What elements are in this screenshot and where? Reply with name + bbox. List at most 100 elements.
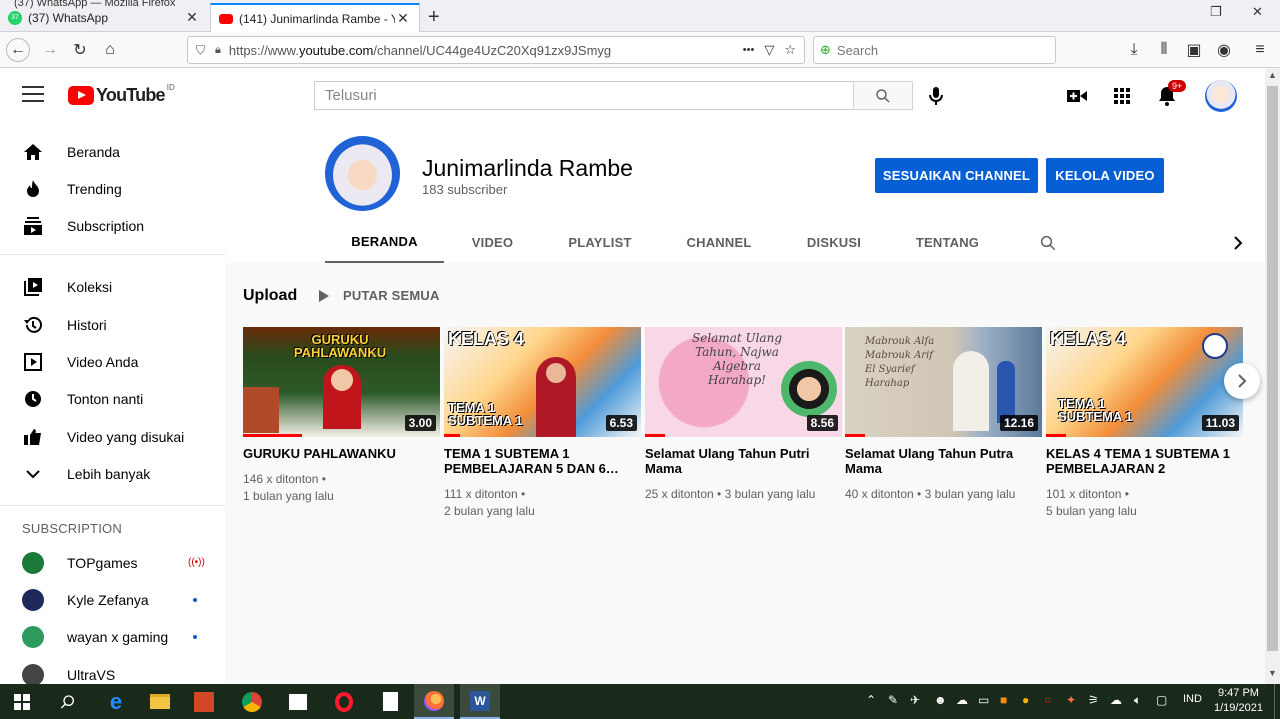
sidebar-toggle-icon[interactable]: ▣	[1182, 38, 1206, 62]
video-thumbnail[interactable]: Mabrouk Alfa Mabrouk Arif El Syarief Har…	[845, 327, 1042, 437]
sub-item-kyle-zefanya[interactable]: Kyle Zefanya	[0, 582, 225, 618]
video-card[interactable]: Mabrouk Alfa Mabrouk Arif El Syarief Har…	[845, 327, 1042, 503]
account-avatar[interactable]	[1205, 80, 1237, 112]
new-tab-icon[interactable]: +	[428, 6, 440, 29]
forward-icon[interactable]: →	[38, 38, 62, 62]
yt-search-button[interactable]	[853, 81, 913, 110]
battery-icon[interactable]: ▭	[978, 693, 989, 707]
account-icon[interactable]: ◉	[1212, 38, 1236, 62]
create-video-icon[interactable]	[1066, 85, 1088, 107]
video-card[interactable]: GURUKU PAHLAWANKU 3.00 GURUKU PAHLAWANKU…	[243, 327, 440, 505]
tray-app-icon[interactable]: ●	[1022, 693, 1029, 707]
guide-menu-icon[interactable]	[22, 86, 44, 104]
scroll-up-icon[interactable]: ▲	[1268, 70, 1277, 80]
sidebar-item-subscription[interactable]: Subscription	[0, 208, 225, 244]
url-text[interactable]: https://www.youtube.com/channel/UC44ge4U…	[229, 43, 611, 58]
chrome-icon[interactable]	[232, 684, 272, 719]
tabs-scroll-right-icon[interactable]	[1225, 222, 1251, 263]
manage-videos-button[interactable]: KELOLA VIDEO	[1046, 158, 1164, 193]
close-tab-icon[interactable]: ✕	[395, 10, 411, 27]
tray-app-icon[interactable]: ✈	[910, 693, 920, 707]
tray-app-icon[interactable]: ☻	[934, 693, 947, 707]
tray-app-icon[interactable]: ✎	[888, 693, 898, 707]
page-actions-icon[interactable]: •••	[743, 44, 755, 56]
video-title[interactable]: TEMA 1 SUBTEMA 1 PEMBELAJARAN 5 DAN 6…	[444, 446, 641, 476]
home-icon[interactable]: ⌂	[98, 38, 122, 62]
tray-app-icon[interactable]: ■	[1000, 693, 1007, 707]
page-scrollbar[interactable]: ▲ ▼	[1265, 68, 1280, 684]
sub-item-wayan-x-gaming[interactable]: wayan x gaming	[0, 619, 225, 655]
tab-playlist[interactable]: PLAYLIST	[555, 222, 645, 263]
sidebar-item-trending[interactable]: Trending	[0, 171, 225, 207]
sub-item-topgames[interactable]: TOPgames ((•))	[0, 545, 225, 581]
video-title[interactable]: GURUKU PAHLAWANKU	[243, 446, 440, 461]
tab-channel[interactable]: CHANNEL	[675, 222, 763, 263]
video-title[interactable]: Selamat Ulang Tahun Putra Mama	[845, 446, 1042, 476]
restore-icon[interactable]: ❐	[1210, 4, 1222, 20]
back-icon[interactable]: ←	[6, 38, 30, 62]
sidebar-item-koleksi[interactable]: Koleksi	[0, 269, 225, 305]
scroll-down-icon[interactable]: ▼	[1268, 668, 1277, 678]
menu-icon[interactable]: ≡	[1248, 38, 1272, 62]
opera-icon[interactable]	[324, 684, 364, 719]
sidebar-item-video-yang-disukai[interactable]: Video yang disukai	[0, 419, 225, 455]
shelf-title[interactable]: Upload	[243, 287, 297, 305]
notepad-icon[interactable]	[370, 684, 410, 719]
store-icon[interactable]	[278, 684, 318, 719]
close-window-icon[interactable]: ✕	[1252, 4, 1263, 20]
search-icon[interactable]	[48, 684, 88, 719]
sidebar-item-tonton-nanti[interactable]: Tonton nanti	[0, 381, 225, 417]
tray-app-icon[interactable]: ✦	[1066, 693, 1076, 707]
video-card[interactable]: Selamat Ulang Tahun, Najwa Algebra Harah…	[645, 327, 842, 503]
video-title[interactable]: Selamat Ulang Tahun Putri Mama	[645, 446, 842, 476]
shelf-next-button[interactable]	[1224, 363, 1260, 399]
tray-app-icon[interactable]: ☁	[956, 693, 968, 707]
mic-icon[interactable]	[925, 85, 947, 107]
close-tab-icon[interactable]: ✕	[184, 9, 200, 26]
tray-overflow-icon[interactable]: ⌃	[866, 693, 876, 707]
browser-search-input[interactable]: ⊕ Search	[813, 36, 1056, 64]
shield-icon[interactable]: ⛉	[196, 43, 205, 58]
word-icon[interactable]: W	[460, 684, 500, 719]
sidebar-item-histori[interactable]: Histori	[0, 307, 225, 343]
sidebar-item-lebih-banyak[interactable]: Lebih banyak	[0, 456, 225, 492]
video-title[interactable]: KELAS 4 TEMA 1 SUBTEMA 1 PEMBELAJARAN 2	[1046, 446, 1243, 476]
video-thumbnail[interactable]: KELAS 4 TEMA 1 SUBTEMA 1 6.53	[444, 327, 641, 437]
file-explorer-icon[interactable]	[140, 684, 180, 719]
lock-icon[interactable]: 🔒︎	[215, 44, 221, 57]
taskbar-clock[interactable]: 9:47 PM 1/19/2021	[1214, 686, 1263, 716]
library-icon[interactable]: ⫴	[1152, 38, 1176, 62]
reload-icon[interactable]: ↻	[68, 38, 92, 62]
download-icon[interactable]: ⤓	[1122, 38, 1146, 62]
video-thumbnail[interactable]: KELAS 4 TEMA 1 SUBTEMA 1 11.03	[1046, 327, 1243, 437]
tab-video[interactable]: VIDEO	[455, 222, 530, 263]
video-card[interactable]: KELAS 4 TEMA 1 SUBTEMA 1 11.03 KELAS 4 T…	[1046, 327, 1243, 520]
tab-diskusi[interactable]: DISKUSI	[795, 222, 873, 263]
sidebar-item-beranda[interactable]: Beranda	[0, 134, 225, 170]
volume-icon[interactable]: 🔈︎	[1134, 693, 1141, 708]
channel-avatar[interactable]	[325, 136, 400, 211]
browser-tab-whatsapp[interactable]: 37 (37) WhatsApp ✕	[0, 3, 208, 32]
apps-grid-icon[interactable]	[1111, 85, 1133, 107]
video-thumbnail[interactable]: Selamat Ulang Tahun, Najwa Algebra Harah…	[645, 327, 842, 437]
sub-item-ultravs[interactable]: UltraVS	[0, 657, 225, 684]
sidebar-item-video-anda[interactable]: Video Anda	[0, 344, 225, 380]
customize-channel-button[interactable]: SESUAIKAN CHANNEL	[875, 158, 1038, 193]
tray-opera-icon[interactable]: ○	[1044, 693, 1051, 707]
language-indicator[interactable]: IND	[1183, 693, 1202, 705]
onedrive-icon[interactable]: ☁	[1110, 693, 1122, 707]
pocket-icon[interactable]: ▽	[764, 42, 774, 58]
tab-tentang[interactable]: TENTANG	[905, 222, 990, 263]
scrollbar-thumb[interactable]	[1267, 86, 1278, 651]
tab-beranda[interactable]: BERANDA	[325, 222, 444, 263]
play-all-button[interactable]: PUTAR SEMUA	[319, 288, 440, 303]
powerpoint-icon[interactable]	[184, 684, 224, 719]
yt-search-input[interactable]: Telusuri	[314, 81, 854, 110]
video-thumbnail[interactable]: GURUKU PAHLAWANKU 3.00	[243, 327, 440, 437]
firefox-icon[interactable]	[414, 684, 454, 719]
youtube-logo[interactable]: YouTube ID	[68, 83, 175, 106]
video-card[interactable]: KELAS 4 TEMA 1 SUBTEMA 1 6.53 TEMA 1 SUB…	[444, 327, 641, 520]
show-desktop-button[interactable]	[1274, 684, 1280, 719]
channel-search-icon[interactable]	[1030, 222, 1065, 263]
edge-browser-icon[interactable]: e	[96, 684, 136, 719]
